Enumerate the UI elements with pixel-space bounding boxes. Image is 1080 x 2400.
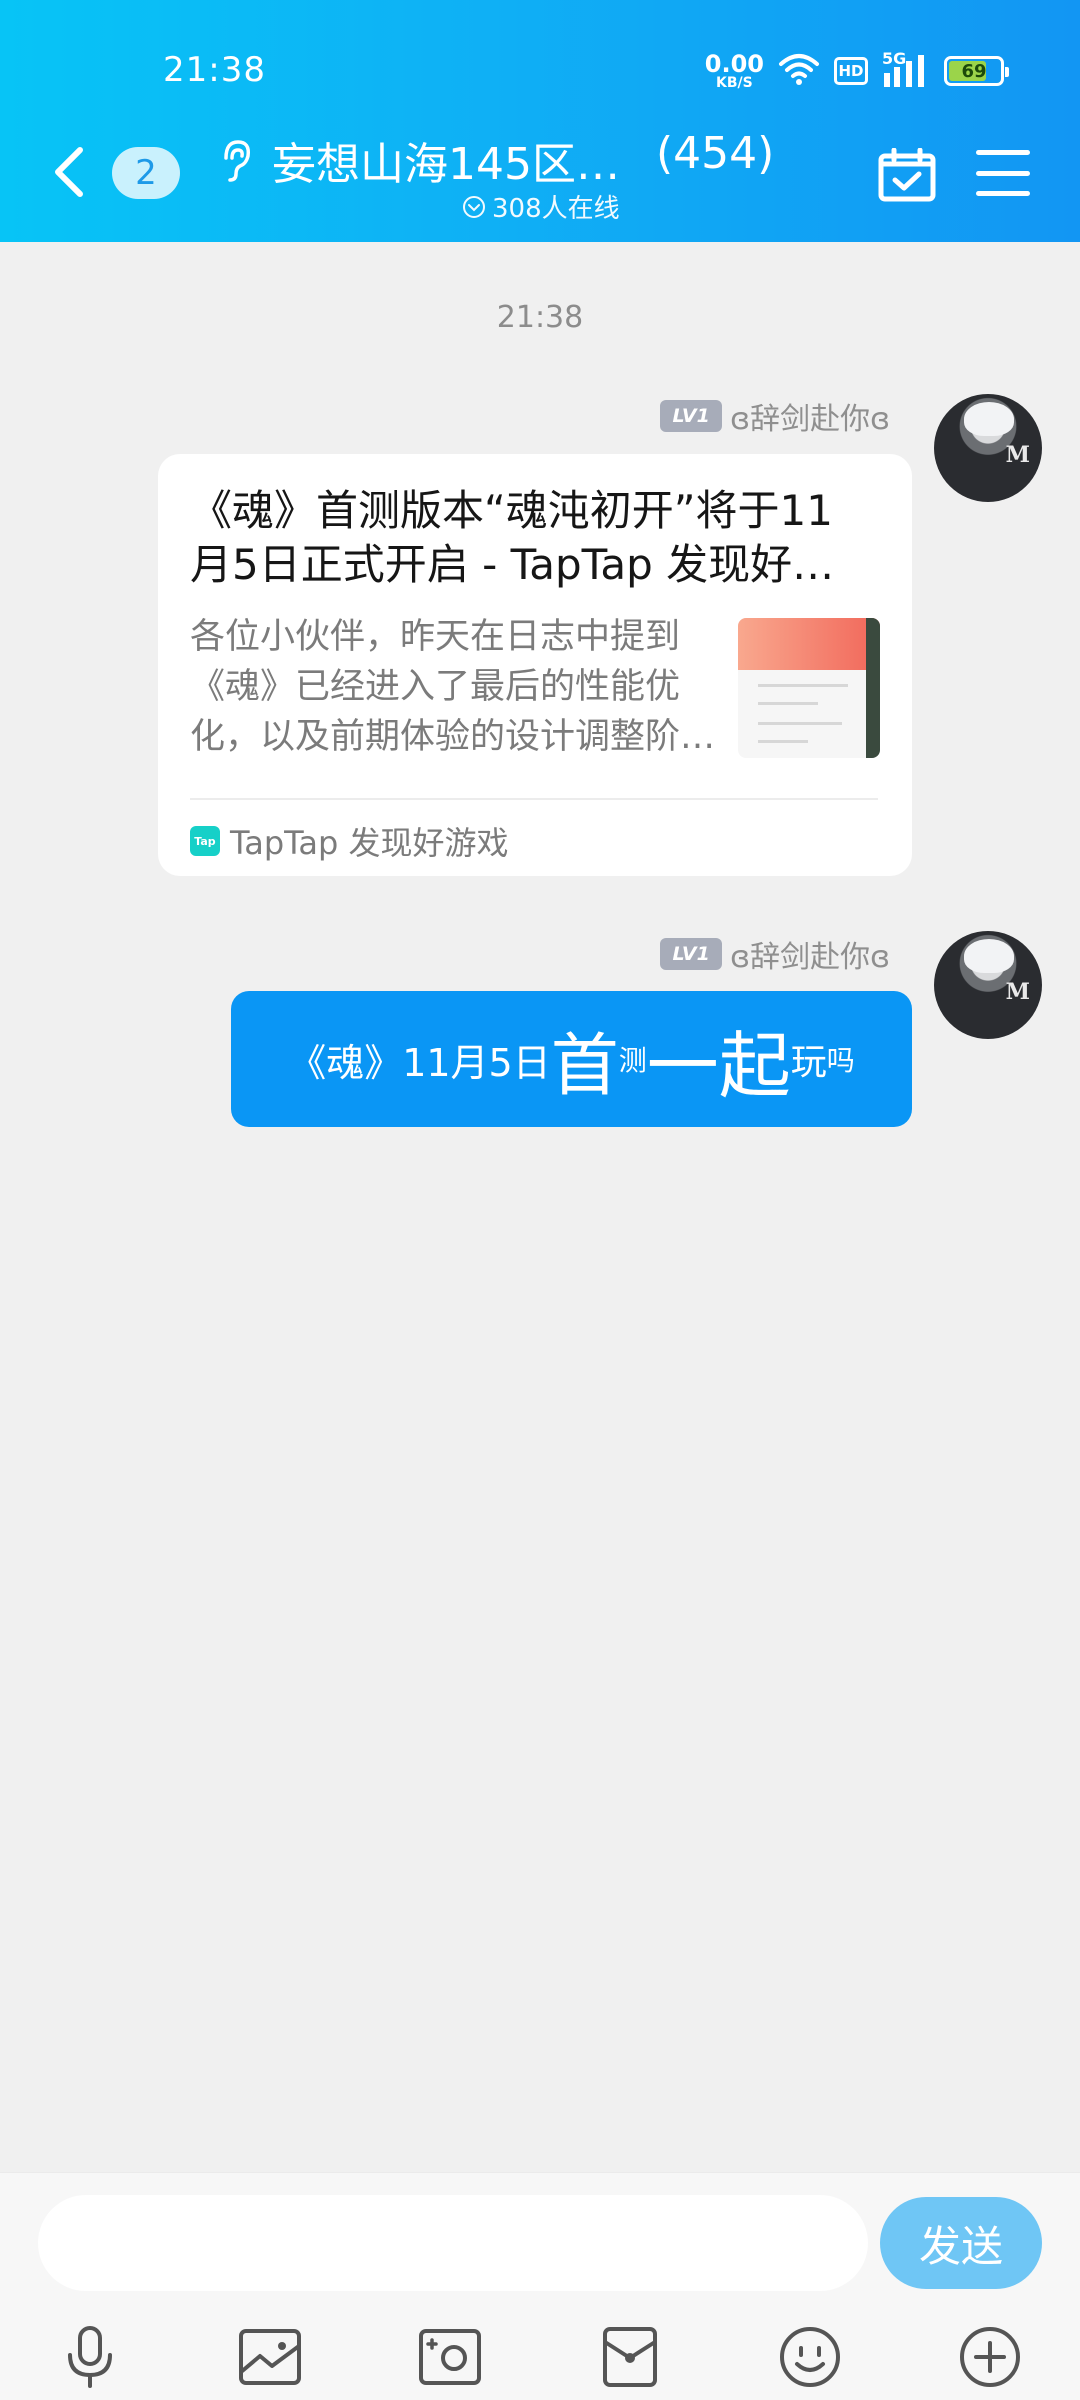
message-text-part: 一起	[646, 1023, 791, 1108]
avatar[interactable]: M	[934, 394, 1042, 502]
text-message-bubble[interactable]: 《魂》11月5日 首 测 一起 玩 吗	[231, 991, 912, 1127]
level-badge: LV1	[660, 400, 723, 432]
link-card[interactable]: 《魂》首测版本“魂沌初开”将于11月5日正式开启 - TapTap 发现好游戏 …	[158, 454, 912, 876]
input-toolbar	[0, 2323, 1080, 2393]
card-divider	[190, 798, 878, 800]
online-count: 308人在线	[492, 194, 620, 224]
message-text-part: 测	[618, 1044, 647, 1077]
chevron-down-circle-icon	[463, 195, 485, 218]
menu-icon	[976, 150, 1030, 155]
avatar[interactable]: M	[934, 931, 1042, 1039]
red-packet-icon[interactable]	[596, 2323, 664, 2391]
message-timestamp: 21:38	[496, 300, 584, 335]
unread-count-badge[interactable]: 2	[112, 147, 180, 199]
wifi-icon	[778, 52, 820, 90]
battery-level: 69	[961, 60, 987, 82]
menu-button[interactable]	[976, 150, 1030, 196]
message-text-part: 吗	[826, 1044, 855, 1077]
sender-name[interactable]: ɞ辞剑赴你ɞ	[730, 932, 890, 976]
level-badge: LV1	[660, 938, 723, 970]
taptap-logo-icon: Tap	[190, 826, 220, 856]
sender-info: LV1 ɞ辞剑赴你ɞ	[660, 394, 890, 438]
input-bar: 发送	[0, 2172, 1080, 2400]
sender-info: LV1 ɞ辞剑赴你ɞ	[660, 932, 890, 976]
message-text-part: 《魂》11月5日	[288, 1040, 551, 1085]
net-speed: 0.00 KB/S	[705, 52, 764, 90]
net-speed-value: 0.00	[704, 50, 764, 78]
calendar-checkin-button[interactable]	[878, 147, 936, 202]
online-status[interactable]: 308人在线	[462, 188, 620, 225]
plus-icon[interactable]	[956, 2323, 1024, 2391]
send-button[interactable]: 发送	[880, 2197, 1042, 2289]
net-speed-unit: KB/S	[716, 75, 753, 91]
member-count[interactable]: (454)	[656, 128, 774, 179]
card-title: 《魂》首测版本“魂沌初开”将于11月5日正式开启 - TapTap 发现好游戏	[190, 486, 835, 589]
message-text-part: 首	[550, 1026, 619, 1106]
chevron-left-icon	[55, 147, 83, 197]
sender-name[interactable]: ɞ辞剑赴你ɞ	[730, 394, 890, 438]
card-source-label: TapTap 发现好游戏	[230, 824, 509, 862]
listen-mode-icon[interactable]	[216, 138, 256, 182]
signal-icon: 5G	[882, 49, 930, 89]
card-thumbnail	[738, 618, 880, 758]
emoji-icon[interactable]	[776, 2323, 844, 2391]
back-button[interactable]	[52, 142, 96, 202]
calendar-check-icon	[878, 147, 936, 202]
hd-icon: HD	[834, 57, 868, 85]
chat-header: 21:38 0.00 KB/S HD 5G 69 2 妄想山海145区外服交流群…	[0, 0, 1080, 242]
card-source: Tap TapTap 发现好游戏	[190, 818, 509, 864]
camera-icon[interactable]	[416, 2323, 484, 2391]
microphone-icon[interactable]	[56, 2323, 124, 2391]
signal-label: 5G	[882, 49, 907, 68]
message-input[interactable]	[38, 2195, 868, 2291]
card-description: 各位小伙伴，昨天在日志中提到《魂》已经进入了最后的性能优化，以及前期体验的设计调…	[190, 617, 681, 757]
status-time: 21:38	[163, 50, 266, 90]
status-icons: 0.00 KB/S HD 5G 69	[705, 49, 1009, 92]
image-icon[interactable]	[236, 2323, 304, 2391]
battery-icon: 69	[944, 56, 1009, 86]
chat-title[interactable]: 妄想山海145区外服交流群	[272, 128, 622, 192]
message-text-part: 玩	[790, 1042, 827, 1083]
